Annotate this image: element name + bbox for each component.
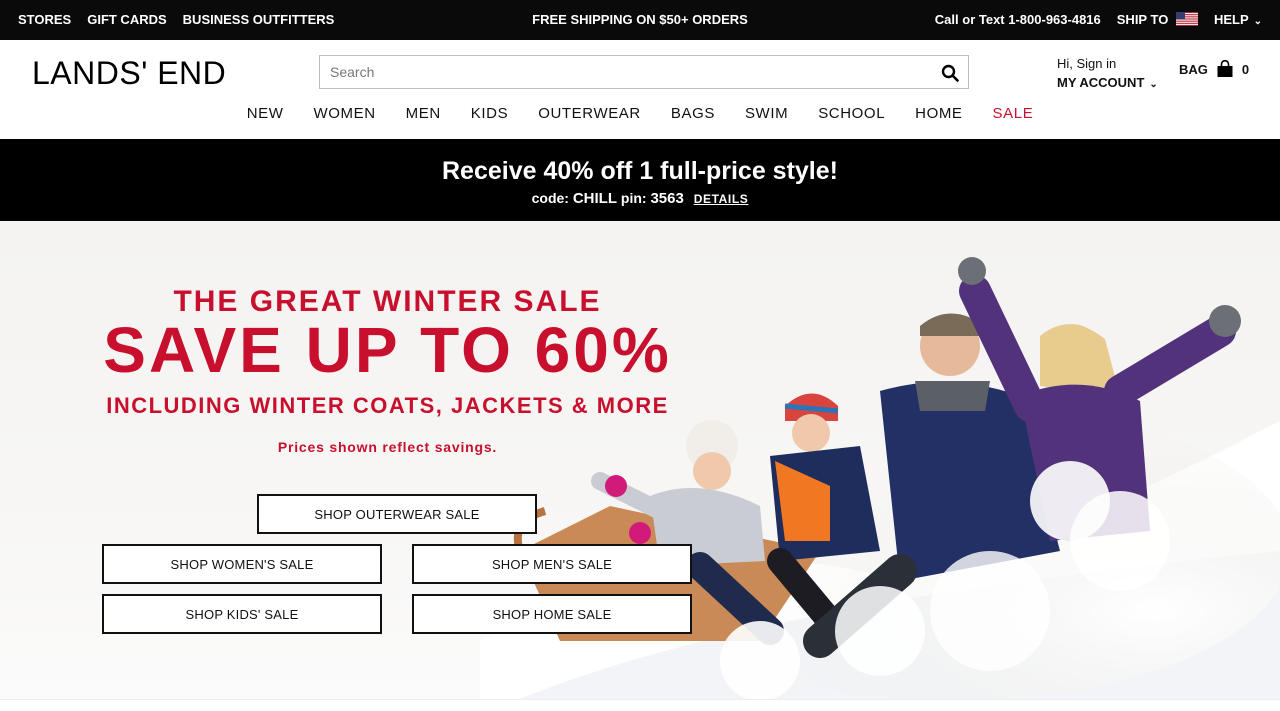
hero-subhead: INCLUDING WINTER COATS, JACKETS & MORE xyxy=(106,393,669,418)
ship-to-label: SHIP TO xyxy=(1116,12,1169,27)
phone-link[interactable]: Call or Text 1-800-963-4816 xyxy=(935,12,1101,27)
hero-note: Prices shown reflect savings. xyxy=(277,439,498,455)
chevron-down-icon: ⌄ xyxy=(1253,16,1262,27)
promo-pin-value: 3563 xyxy=(650,190,684,207)
shop-mens-sale-button[interactable]: SHOP MEN'S SALE xyxy=(412,544,692,584)
promo-code-line: code: CHILL pin: 3563 DETAILS xyxy=(0,190,1280,207)
page-divider xyxy=(0,699,1280,711)
nav-item-women[interactable]: WOMEN xyxy=(298,105,390,122)
nav-item-men[interactable]: MEN xyxy=(391,105,456,122)
nav-item-kids[interactable]: KIDS xyxy=(456,105,523,122)
bag-count: 0 xyxy=(1241,61,1250,77)
promo-headline: Receive 40% off 1 full-price style! xyxy=(442,157,838,185)
ship-to-selector[interactable]: SHIP TO xyxy=(1117,12,1198,27)
promo-code-label: code: xyxy=(531,190,569,206)
nav-item-new[interactable]: NEW xyxy=(232,105,299,122)
shop-home-sale-button[interactable]: SHOP HOME SALE xyxy=(412,594,692,634)
free-shipping-message[interactable]: FREE SHIPPING ON $50+ ORDERS xyxy=(532,12,748,27)
nav-item-school[interactable]: SCHOOL xyxy=(803,105,900,122)
gift-cards-link[interactable]: GIFT CARDS xyxy=(87,12,166,27)
shopping-bag[interactable]: BAG 0 xyxy=(1179,60,1249,78)
shop-outerwear-sale-button[interactable]: SHOP OUTERWEAR SALE xyxy=(257,494,537,534)
nav-item-sale[interactable]: SALE xyxy=(978,105,1049,122)
lands-end-logo[interactable]: LANDS' END xyxy=(32,55,226,92)
nav-item-home[interactable]: HOME xyxy=(900,105,977,122)
nav-item-outerwear[interactable]: OUTERWEAR xyxy=(523,105,656,122)
promo-banner: Receive 40% off 1 full-price style! code… xyxy=(0,139,1280,221)
search-input[interactable] xyxy=(320,56,920,88)
help-label: HELP xyxy=(1213,12,1249,27)
hero-banner[interactable]: THE GREAT WINTER SALE SAVE UP TO 60% INC… xyxy=(0,221,1280,699)
utility-bar: STORES GIFT CARDS BUSINESS OUTFITTERS FR… xyxy=(0,0,1280,40)
main-navigation: NEW WOMEN MEN KIDS OUTERWEAR BAGS SWIM S… xyxy=(0,105,1280,125)
us-flag-icon xyxy=(1175,12,1198,26)
shop-womens-sale-button[interactable]: SHOP WOMEN'S SALE xyxy=(102,544,382,584)
business-outfitters-link[interactable]: BUSINESS OUTFITTERS xyxy=(183,12,335,27)
search-bar xyxy=(319,55,969,89)
promo-details-link[interactable]: DETAILS xyxy=(694,192,749,206)
bag-label: BAG xyxy=(1179,61,1208,77)
my-account-dropdown[interactable]: MY ACCOUNT ⌄ xyxy=(1057,75,1158,90)
stores-link[interactable]: STORES xyxy=(18,12,71,27)
promo-code-value: CHILL xyxy=(572,190,618,207)
shop-kids-sale-button[interactable]: SHOP KIDS' SALE xyxy=(102,594,382,634)
promo-pin-label: pin: xyxy=(620,190,647,206)
help-menu[interactable]: HELP ⌄ xyxy=(1214,12,1262,27)
shopping-bag-icon xyxy=(1217,60,1233,77)
sign-in-greeting[interactable]: Hi, Sign in xyxy=(1057,56,1158,71)
nav-item-swim[interactable]: SWIM xyxy=(730,105,803,122)
nav-item-bags[interactable]: BAGS xyxy=(656,105,730,122)
utility-links: STORES GIFT CARDS BUSINESS OUTFITTERS xyxy=(18,12,334,27)
chevron-down-icon: ⌄ xyxy=(1149,79,1158,90)
my-account-label: MY ACCOUNT xyxy=(1057,75,1145,90)
search-icon[interactable] xyxy=(941,64,959,82)
hero-headline: SAVE UP TO 60% xyxy=(103,314,672,386)
account-menu[interactable]: Hi, Sign in MY ACCOUNT ⌄ xyxy=(1057,56,1158,90)
